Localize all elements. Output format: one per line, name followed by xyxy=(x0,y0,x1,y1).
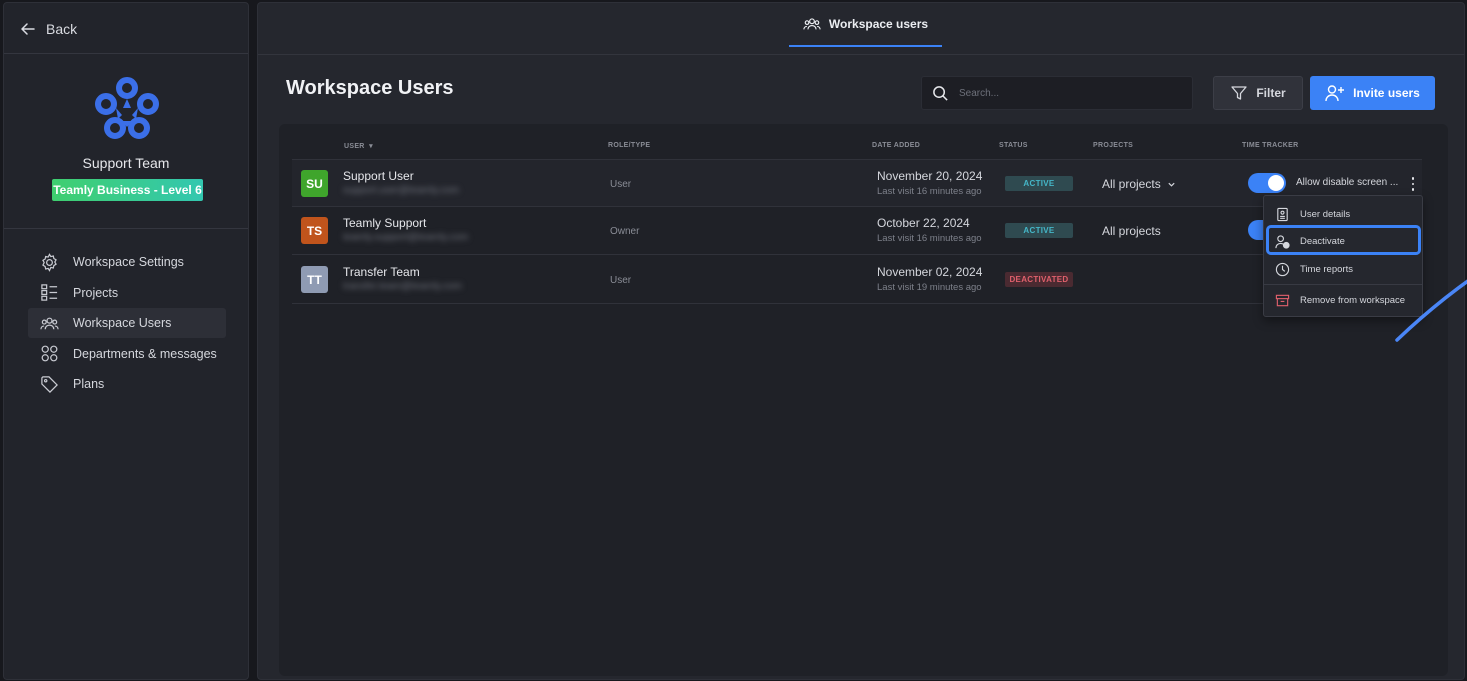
user-name: Transfer Team xyxy=(343,265,420,279)
sidebar-item-label: Workspace Users xyxy=(73,316,172,330)
sidebar-item-label: Plans xyxy=(73,377,105,391)
filter-label: Filter xyxy=(1256,86,1286,100)
table-row[interactable]: SU Support User support.user@teamly.com … xyxy=(292,159,1422,207)
projects-label: All projects xyxy=(1102,177,1161,191)
menu-item-label: Remove from workspace xyxy=(1300,294,1406,306)
divider xyxy=(4,53,248,54)
clock-icon xyxy=(1275,262,1290,276)
divider xyxy=(4,228,248,229)
departments-icon xyxy=(41,345,58,362)
add-user-icon xyxy=(1325,85,1345,102)
users-group-icon xyxy=(40,317,59,329)
column-header-time-tracker: TIME TRACKER xyxy=(1242,142,1299,149)
menu-item-label: Time reports xyxy=(1300,263,1353,275)
date-added: October 22, 2024 xyxy=(877,216,970,230)
search-box[interactable] xyxy=(921,76,1193,110)
column-header-projects: PROJECTS xyxy=(1093,142,1134,149)
table-row[interactable]: TT Transfer Team transfer.team@teamly.co… xyxy=(292,256,1422,304)
highlight-box xyxy=(1266,225,1421,255)
invite-users-label: Invite users xyxy=(1353,86,1420,100)
sidebar-item-label: Projects xyxy=(73,285,119,300)
user-email: teamly.support@teamly.com xyxy=(343,232,469,243)
last-visit: Last visit 16 minutes ago xyxy=(877,233,982,244)
column-header-status: STATUS xyxy=(999,142,1028,149)
user-role: User xyxy=(610,275,632,286)
search-input[interactable] xyxy=(959,87,1179,99)
user-name: Support User xyxy=(343,169,414,183)
last-visit: Last visit 19 minutes ago xyxy=(877,282,982,293)
top-bar: Workspace users xyxy=(258,3,1464,55)
status-badge: ACTIVE xyxy=(1005,176,1073,191)
arrow-left-icon xyxy=(21,23,35,35)
date-added: November 20, 2024 xyxy=(877,169,983,183)
last-visit: Last visit 16 minutes ago xyxy=(877,186,982,197)
archive-icon xyxy=(1275,294,1290,306)
gear-icon xyxy=(42,252,57,272)
user-role: User xyxy=(610,179,632,190)
menu-item-label: User details xyxy=(1300,208,1351,220)
user-email: transfer.team@teamly.com xyxy=(343,281,462,292)
user-email: support.user@teamly.com xyxy=(343,185,460,196)
menu-item-remove-from-workspace[interactable]: Remove from workspace xyxy=(1264,286,1422,314)
filter-icon xyxy=(1231,86,1247,100)
status-badge: DEACTIVATED xyxy=(1005,272,1073,287)
page-title: Workspace Users xyxy=(286,77,454,99)
user-name: Teamly Support xyxy=(343,216,427,230)
back-label: Back xyxy=(46,21,78,37)
row-actions-dropdown: User details Deactivate Time reports Rem… xyxy=(1263,195,1423,317)
column-header-date: DATE ADDED xyxy=(872,142,921,149)
team-name: Support Team xyxy=(82,155,170,171)
tag-icon xyxy=(41,375,58,393)
column-header-role: ROLE/TYPE xyxy=(608,142,651,149)
sidebar-item-projects[interactable]: Projects xyxy=(28,278,226,308)
column-header-user[interactable]: USER ▾ xyxy=(344,142,373,150)
back-button[interactable]: Back xyxy=(20,19,77,39)
invite-users-button[interactable]: Invite users xyxy=(1310,76,1435,110)
projects-list-icon xyxy=(41,284,58,301)
users-group-icon xyxy=(803,18,821,30)
sidebar-menu: Workspace Settings Projects Workspace Us… xyxy=(28,247,226,400)
plan-badge: Teamly Business - Level 6 xyxy=(52,179,203,201)
sidebar-item-plans[interactable]: Plans xyxy=(28,369,226,399)
avatar: TS xyxy=(301,217,328,244)
chevron-down-icon xyxy=(1168,182,1175,187)
time-tracker-toggle[interactable] xyxy=(1248,173,1286,193)
document-icon xyxy=(1277,207,1288,221)
sidebar-item-workspace-users[interactable]: Workspace Users xyxy=(28,308,226,338)
search-icon xyxy=(933,85,948,101)
row-actions-menu-icon[interactable] xyxy=(1409,176,1417,192)
projects-label: All projects xyxy=(1102,224,1161,238)
team-logo-icon xyxy=(95,77,159,139)
sidebar-item-label: Departments & messages xyxy=(73,346,217,361)
table-row[interactable]: TS Teamly Support teamly.support@teamly.… xyxy=(292,207,1422,255)
avatar: TT xyxy=(301,266,328,293)
divider xyxy=(1264,284,1422,285)
projects-dropdown[interactable]: All projects xyxy=(1102,177,1176,191)
tab-workspace-users[interactable]: Workspace users xyxy=(789,3,942,47)
time-tracker-label: Allow disable screen ... xyxy=(1296,177,1399,188)
filter-button[interactable]: Filter xyxy=(1213,76,1303,110)
date-added: November 02, 2024 xyxy=(877,265,983,279)
sidebar: Back Support Team Teamly Business - Leve… xyxy=(3,2,249,680)
sidebar-item-departments[interactable]: Departments & messages xyxy=(28,339,226,369)
sidebar-item-label: Workspace Settings xyxy=(73,255,184,269)
tab-label: Workspace users xyxy=(828,17,929,31)
user-role: Owner xyxy=(610,226,640,237)
menu-item-user-details[interactable]: User details xyxy=(1264,200,1422,228)
status-badge: ACTIVE xyxy=(1005,223,1073,238)
main-content: Workspace users Workspace Users Filter I… xyxy=(257,2,1467,680)
sidebar-item-workspace-settings[interactable]: Workspace Settings xyxy=(28,247,226,277)
avatar: SU xyxy=(301,170,328,197)
menu-item-time-reports[interactable]: Time reports xyxy=(1264,255,1422,283)
